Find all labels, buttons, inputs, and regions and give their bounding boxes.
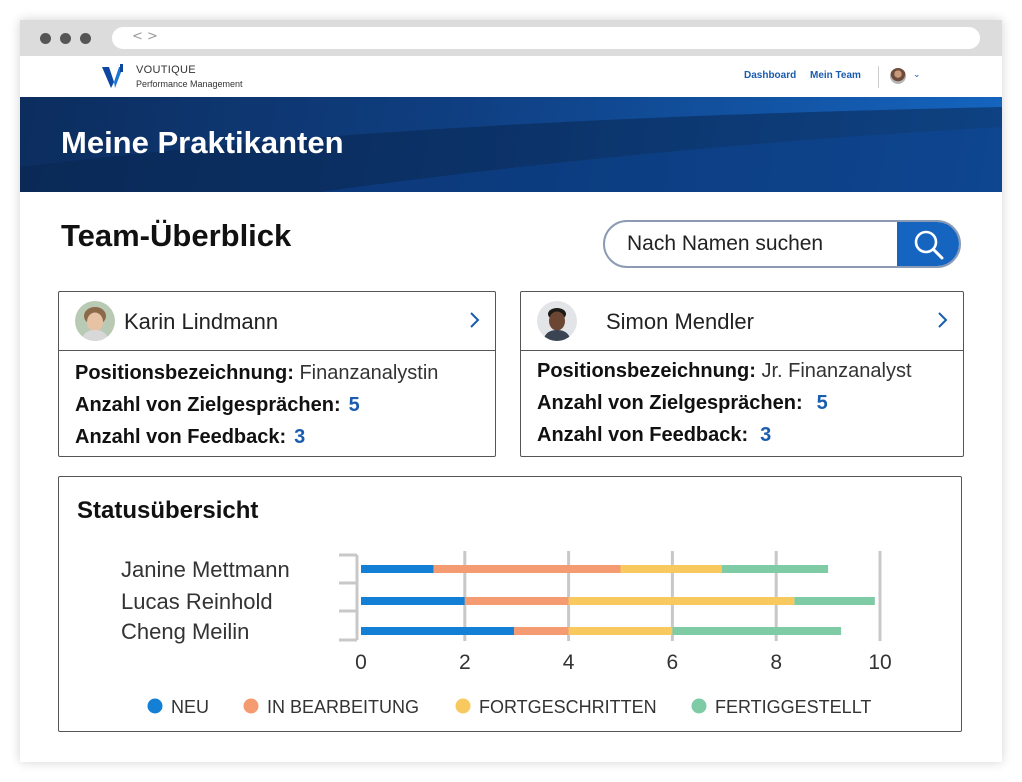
x-tick-label: 8 — [770, 651, 782, 674]
browser-chrome: < > — [20, 20, 1002, 56]
feedback-field: Anzahl von Feedback: 3 — [537, 424, 771, 447]
x-tick-label: 6 — [667, 651, 679, 674]
bar-segment — [568, 627, 673, 635]
position-field: Positionsbezeichnung: Finanzanalystin — [75, 362, 438, 385]
position-label: Positionsbezeichnung: — [75, 362, 294, 384]
legend-label: FERTIGGESTELLT — [715, 697, 871, 717]
feedback-label: Anzahl von Feedback: — [75, 426, 287, 448]
voutique-logo-icon[interactable] — [100, 64, 126, 90]
avatar — [537, 301, 577, 341]
bar-segment — [794, 597, 875, 605]
avatar — [75, 301, 115, 341]
brand-tagline: Performance Management — [136, 79, 243, 89]
category-label: Cheng Meilin — [121, 619, 249, 644]
category-label: Janine Mettmann — [121, 557, 290, 582]
bar-segment — [433, 565, 621, 573]
chevron-right-icon[interactable] — [469, 311, 481, 329]
position-field: Positionsbezeichnung: Jr. Finanzanalyst — [537, 360, 912, 383]
bar-segment — [620, 565, 722, 573]
feedback-label: Anzahl von Feedback: — [537, 424, 749, 446]
status-chart: Janine Mettmann Lucas Reinhold Cheng Meili… — [121, 551, 892, 717]
bar-segment — [514, 627, 569, 635]
window-dot-icon[interactable] — [40, 33, 51, 44]
card-header[interactable]: Karin Lindmann — [59, 292, 495, 351]
legend-label: NEU — [171, 697, 209, 717]
nav-arrows-icon[interactable]: < > — [132, 29, 158, 44]
section-title: Team-Überblick — [61, 218, 292, 253]
goal-talks-field: Anzahl von Zielgesprächen: 5 — [537, 392, 828, 415]
x-tick-label: 10 — [868, 651, 891, 674]
x-tick-label: 0 — [355, 651, 367, 674]
search-button[interactable] — [897, 222, 959, 266]
nav-divider — [878, 66, 879, 88]
bar-segment — [464, 597, 569, 605]
bar-segment — [568, 597, 795, 605]
chevron-right-icon[interactable] — [937, 311, 949, 329]
card-header[interactable]: Simon Mendler — [521, 292, 963, 351]
legend-label: FORTGESCHRITTEN — [479, 697, 657, 717]
address-bar[interactable]: < > — [112, 27, 980, 49]
nav-link-dashboard[interactable]: Dashboard — [744, 70, 796, 81]
category-label: Lucas Reinhold — [121, 589, 273, 614]
goal-talks-label: Anzahl von Zielgesprächen: — [537, 392, 803, 414]
chevron-down-icon[interactable]: ⌄ — [913, 70, 921, 80]
page-title: Meine Praktikanten — [61, 125, 344, 160]
intern-name: Karin Lindmann — [124, 309, 279, 334]
bar-segment — [361, 597, 465, 605]
top-navigation: VOUTIQUE Performance Management Dashboar… — [20, 56, 1002, 97]
legend-marker — [147, 698, 163, 714]
search-input[interactable] — [627, 232, 887, 256]
legend-marker — [455, 698, 471, 714]
position-value: Finanzanalystin — [299, 362, 439, 384]
window-dot-icon[interactable] — [80, 33, 91, 44]
window-dot-icon[interactable] — [60, 33, 71, 44]
intern-card[interactable]: Karin Lindmann Positionsbezeichnung: Fin… — [58, 291, 496, 457]
goal-talks-field: Anzahl von Zielgesprächen: 5 — [75, 394, 360, 417]
brand-name: VOUTIQUE — [136, 64, 196, 76]
bar-segment — [721, 565, 829, 573]
bar-segment — [672, 627, 842, 635]
feedback-field: Anzahl von Feedback: 3 — [75, 426, 305, 449]
intern-card[interactable]: Simon Mendler Positionsbezeichnung: Jr. … — [520, 291, 964, 457]
feedback-count: 3 — [760, 424, 772, 446]
legend-label: IN BEARBEITUNG — [267, 697, 419, 717]
search-icon — [914, 230, 944, 260]
user-avatar[interactable] — [890, 68, 906, 84]
browser-window: < > VOUTIQUE Performance Management Dash… — [20, 20, 1002, 762]
legend-marker — [243, 698, 259, 714]
search-box — [603, 220, 961, 268]
page-banner: Meine Praktikanten — [20, 97, 1002, 192]
goal-talks-count: 5 — [816, 392, 828, 414]
legend-marker — [691, 698, 707, 714]
intern-name: Simon Mendler — [606, 309, 754, 334]
position-label: Positionsbezeichnung: — [537, 360, 756, 382]
goal-talks-count: 5 — [348, 394, 360, 416]
bar-segment — [361, 627, 515, 635]
goal-talks-label: Anzahl von Zielgesprächen: — [75, 394, 341, 416]
bar-segment — [361, 565, 434, 573]
feedback-count: 3 — [294, 426, 306, 448]
x-tick-label: 4 — [563, 651, 575, 674]
x-tick-label: 2 — [459, 651, 471, 674]
status-overview-panel: Statusübersicht Janine Mettmann Lucas Rei… — [58, 476, 962, 732]
nav-link-mein-team[interactable]: Mein Team — [810, 70, 861, 81]
position-value: Jr. Finanzanalyst — [761, 360, 912, 382]
